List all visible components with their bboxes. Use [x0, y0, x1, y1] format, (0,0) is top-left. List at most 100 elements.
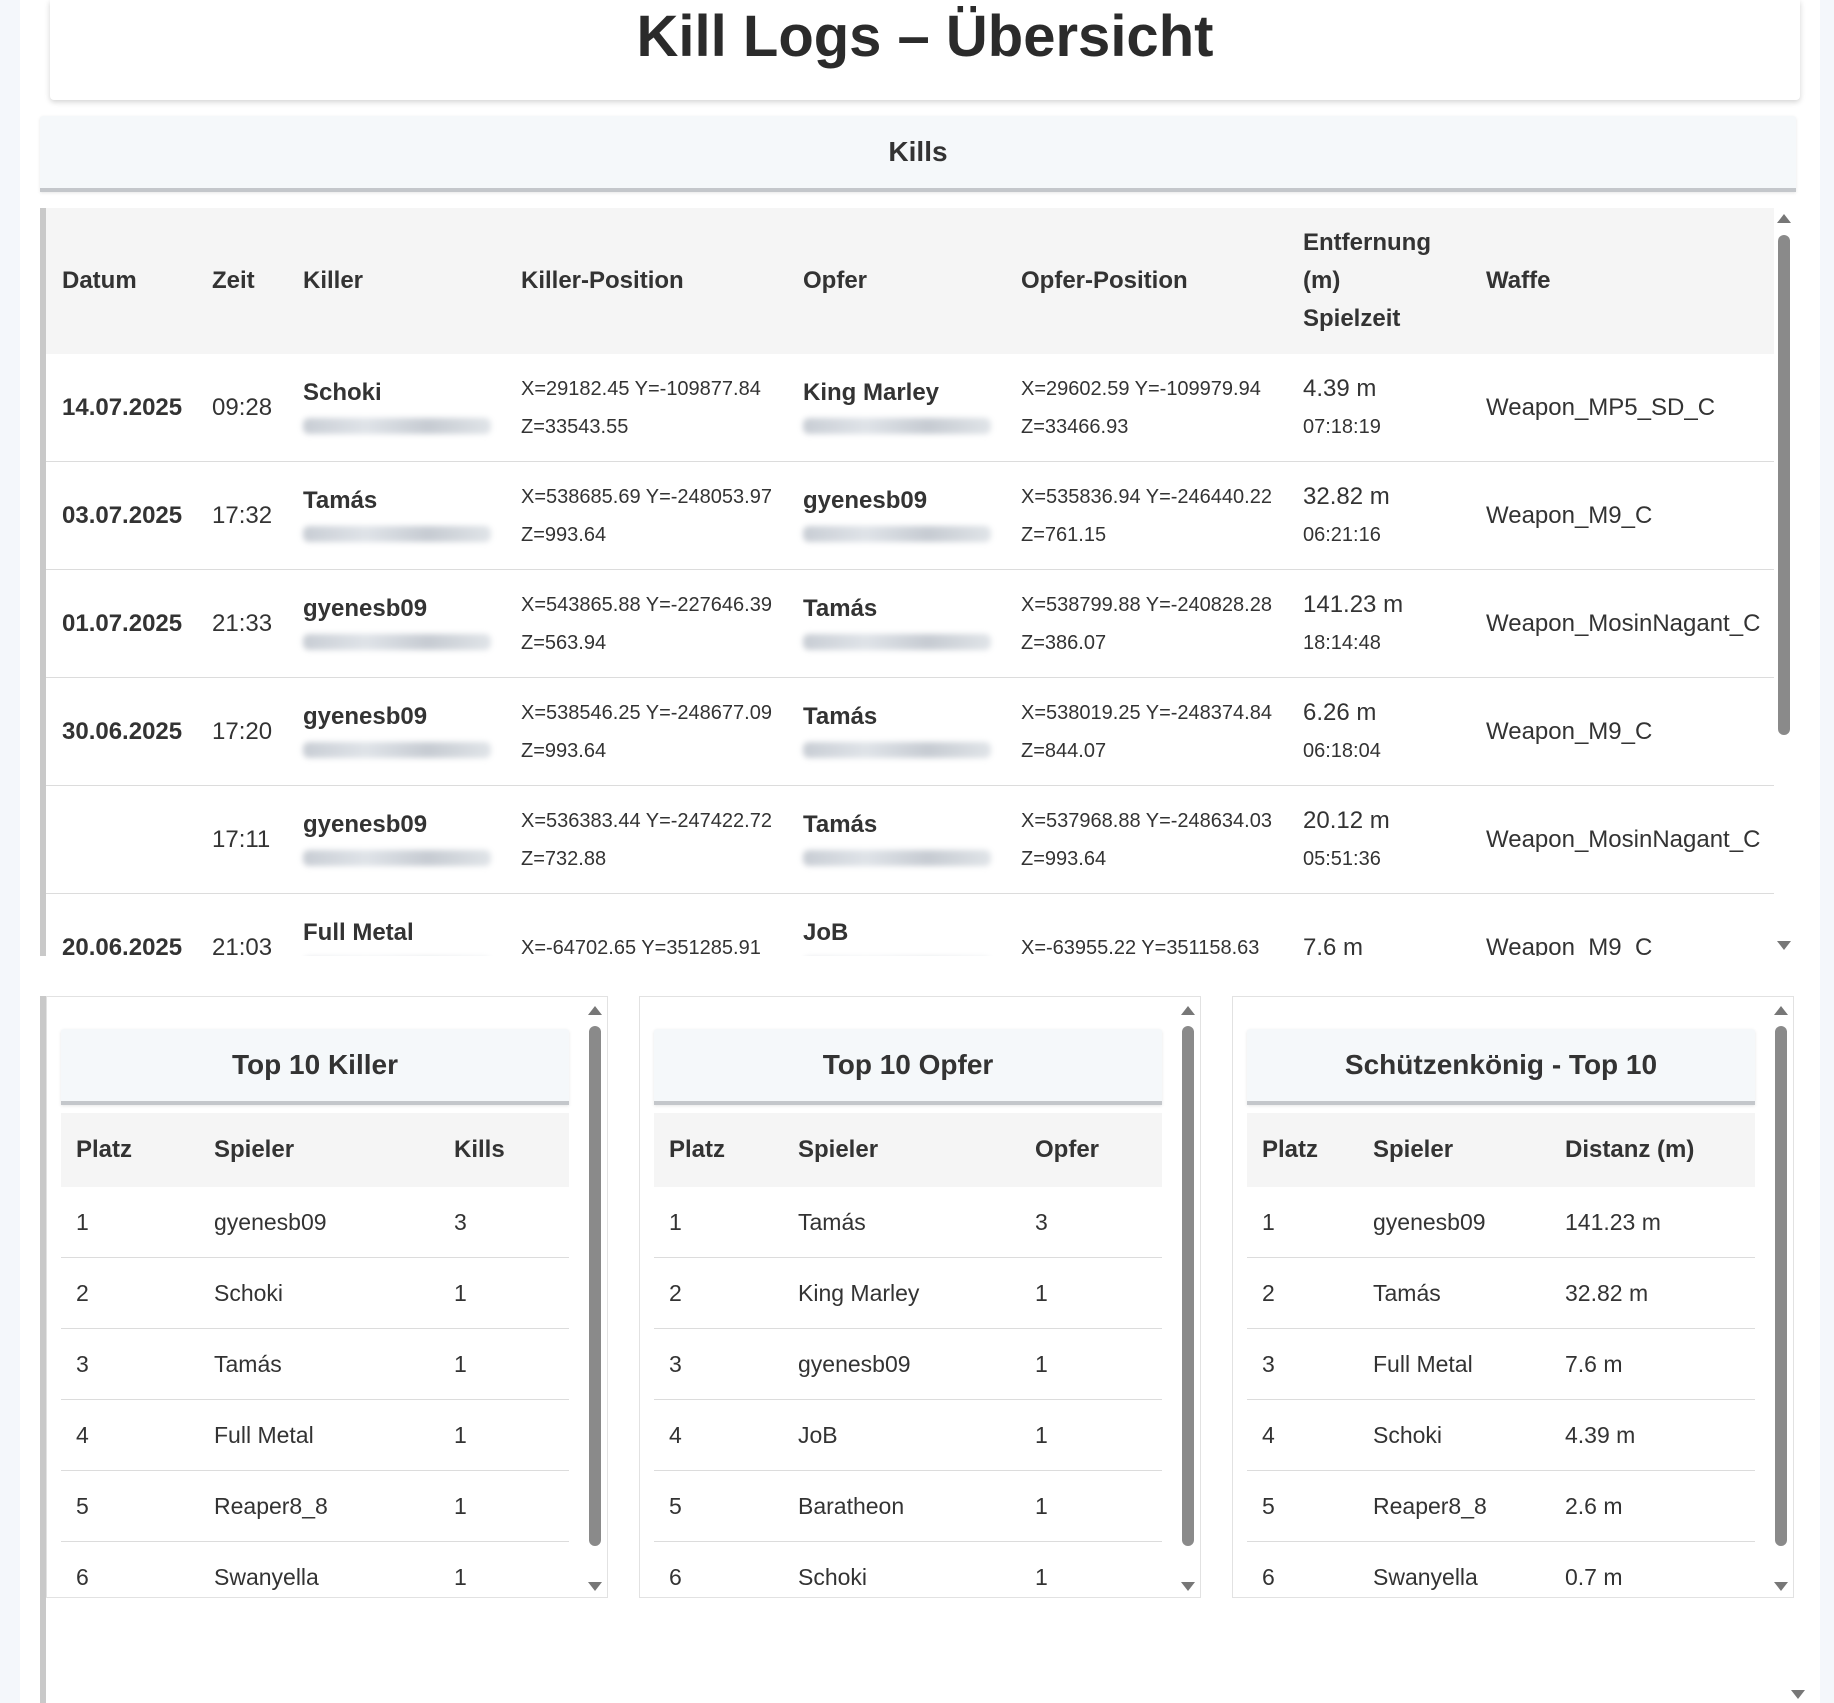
victim-id-blurred [803, 742, 991, 758]
table-row: 4 Schoki 4.39 m [1247, 1399, 1755, 1471]
killer-id-blurred [303, 526, 491, 542]
killer-cell: Schoki [287, 354, 505, 462]
scroll-up-arrow-icon[interactable] [588, 1006, 602, 1015]
col-header-killer[interactable]: Killer [287, 208, 505, 354]
table-row: 3 gyenesb09 1 [654, 1328, 1162, 1400]
col-header-time[interactable]: Zeit [196, 208, 287, 354]
table-row: 2 King Marley 1 [654, 1257, 1162, 1329]
top-killer-panel[interactable]: Top 10 Killer Platz Spieler Kills 1 gyenesb… [46, 996, 608, 1598]
table-row: 5 Baratheon 1 [654, 1470, 1162, 1542]
kill-row: 03.07.2025 17:32 Tamás X=538685.69 Y=-24… [46, 461, 1775, 570]
scroll-up-arrow-icon[interactable] [1777, 214, 1791, 223]
top-opfer-scrollbar[interactable] [1178, 997, 1198, 1597]
schuetzenkoenig-panel[interactable]: Schützenkönig - Top 10 Platz Spieler Dista… [1232, 996, 1794, 1598]
kill-row: 14.07.2025 09:28 Schoki X=29182.45 Y=-10… [46, 354, 1775, 462]
col-header-player: Spieler [199, 1113, 439, 1187]
col-header-killer-position[interactable]: Killer-Position [505, 208, 787, 354]
kill-date: 03.07.2025 [46, 461, 196, 570]
victim-position: X=538019.25 Y=-248374.84 Z=844.07 [1005, 677, 1287, 786]
col-header-player: Spieler [1358, 1113, 1550, 1187]
table-row: 3 Tamás 1 [61, 1328, 569, 1400]
scroll-down-arrow-icon[interactable] [1181, 1582, 1195, 1591]
top-killer-scroll-thumb[interactable] [589, 1026, 601, 1546]
scroll-down-arrow-icon[interactable] [1774, 1582, 1788, 1591]
victim-id-blurred [803, 634, 991, 650]
schuetzenkoenig-scroll-thumb[interactable] [1775, 1026, 1787, 1546]
victim-cell: Tamás [787, 785, 1005, 894]
killer-name: Full Metal [303, 919, 414, 946]
table-row: 2 Schoki 1 [61, 1257, 569, 1329]
scroll-up-arrow-icon[interactable] [1774, 1006, 1788, 1015]
victim-name: JoB [803, 919, 849, 946]
kill-time: 09:28 [196, 354, 287, 462]
kill-date: 20.06.2025 [62, 933, 183, 957]
top-opfer-scroll-thumb[interactable] [1182, 1026, 1194, 1546]
victim-cell: JoB [787, 894, 1005, 957]
table-row: 1 Tamás 3 [654, 1187, 1162, 1258]
top-opfer-panel[interactable]: Top 10 Opfer Platz Spieler Opfer 1 Tamás 3 2… [639, 996, 1201, 1598]
kills-header-row: Datum Zeit Killer Killer-Position Opfer … [46, 208, 1775, 354]
table-row: 5 Reaper8_8 1 [61, 1470, 569, 1542]
victim-id-blurred [803, 850, 991, 866]
killer-position: X=538685.69 Y=-248053.97 Z=993.64 [505, 461, 787, 570]
killer-name: gyenesb09 [303, 811, 428, 838]
distance-cell: 20.12 m 05:51:36 [1287, 785, 1470, 894]
scroll-down-arrow-icon[interactable] [1777, 941, 1791, 950]
col-header-rank: Platz [61, 1113, 199, 1187]
killer-id-blurred [303, 634, 491, 650]
weapon: Weapon_MP5_SD_C [1470, 354, 1775, 462]
killer-id-blurred [303, 850, 491, 866]
victim-name: Tamás [803, 811, 878, 838]
distance-cell: 4.39 m 07:18:19 [1287, 354, 1470, 462]
col-header-distance[interactable]: Entfernung (m) Spielzeit [1287, 208, 1470, 354]
kill-row: 01.07.2025 21:33 gyenesb09 X=543865.88 Y… [46, 569, 1775, 678]
col-header-victim[interactable]: Opfer [787, 208, 1005, 354]
killer-cell: gyenesb09 [287, 569, 505, 678]
victim-name: Tamás [803, 595, 878, 622]
top-killer-scrollbar[interactable] [585, 997, 605, 1597]
kill-time: 21:33 [196, 569, 287, 678]
kill-time: 17:11 [196, 785, 287, 894]
kill-row: 30.06.2025 17:20 gyenesb09 X=538546.25 Y… [46, 677, 1775, 786]
kill-row: 20.06.2025 21:03 Full Metal X=-64702.65 … [46, 894, 1775, 957]
kill-time: 17:20 [196, 677, 287, 786]
kills-scroll-thumb[interactable] [1778, 235, 1790, 735]
victim-cell: Tamás [787, 677, 1005, 786]
scroll-down-arrow-icon[interactable] [588, 1582, 602, 1591]
killer-id-blurred [303, 742, 491, 758]
kill-date: 01.07.2025 [46, 569, 196, 678]
killer-cell: Full Metal [287, 894, 505, 957]
kill-date [46, 785, 196, 894]
victim-position: X=29602.59 Y=-109979.94 Z=33466.93 [1005, 354, 1287, 462]
distance-cell: 32.82 m 06:21:16 [1287, 461, 1470, 570]
weapon: Weapon_M9_C [1470, 461, 1775, 570]
col-header-victim-position[interactable]: Opfer-Position [1005, 208, 1287, 354]
killer-name: Tamás [303, 487, 378, 514]
killer-position: X=543865.88 Y=-227646.39 Z=563.94 [505, 569, 787, 678]
top-killer-title: Top 10 Killer [61, 1029, 569, 1105]
kills-section-title: Kills [40, 116, 1796, 192]
victim-cell: gyenesb09 [787, 461, 1005, 570]
killer-name: Schoki [303, 379, 382, 406]
col-header-rank: Platz [1247, 1113, 1358, 1187]
kills-table-container[interactable]: Datum Zeit Killer Killer-Position Opfer … [40, 208, 1794, 956]
page-title: Kill Logs – Übersicht [636, 4, 1214, 69]
scroll-up-arrow-icon[interactable] [1181, 1006, 1195, 1015]
killer-position: X=29182.45 Y=-109877.84 Z=33543.55 [505, 354, 787, 462]
table-row: 1 gyenesb09 3 [61, 1187, 569, 1258]
col-header-victims: Opfer [1020, 1113, 1162, 1187]
killer-id-blurred [303, 418, 491, 434]
page-scroll-down-arrow-icon[interactable] [1791, 1690, 1805, 1699]
col-header-date[interactable]: Datum [46, 208, 196, 354]
table-row: 6 Swanyella 0.7 m [1247, 1541, 1755, 1597]
killer-position: X=-64702.65 Y=351285.91 [521, 936, 761, 957]
col-header-distance: Distanz (m) [1550, 1113, 1755, 1187]
kill-row: 17:11 gyenesb09 X=536383.44 Y=-247422.72… [46, 785, 1775, 894]
top-opfer-table: Platz Spieler Opfer 1 Tamás 3 2 King Marley 1 … [654, 1113, 1162, 1597]
kills-scrollbar[interactable] [1774, 208, 1794, 956]
killer-cell: gyenesb09 [287, 785, 505, 894]
col-header-weapon[interactable]: Waffe [1470, 208, 1775, 354]
killer-position: X=536383.44 Y=-247422.72 Z=732.88 [505, 785, 787, 894]
schuetzenkoenig-scrollbar[interactable] [1771, 997, 1791, 1597]
victim-name: Tamás [803, 703, 878, 730]
